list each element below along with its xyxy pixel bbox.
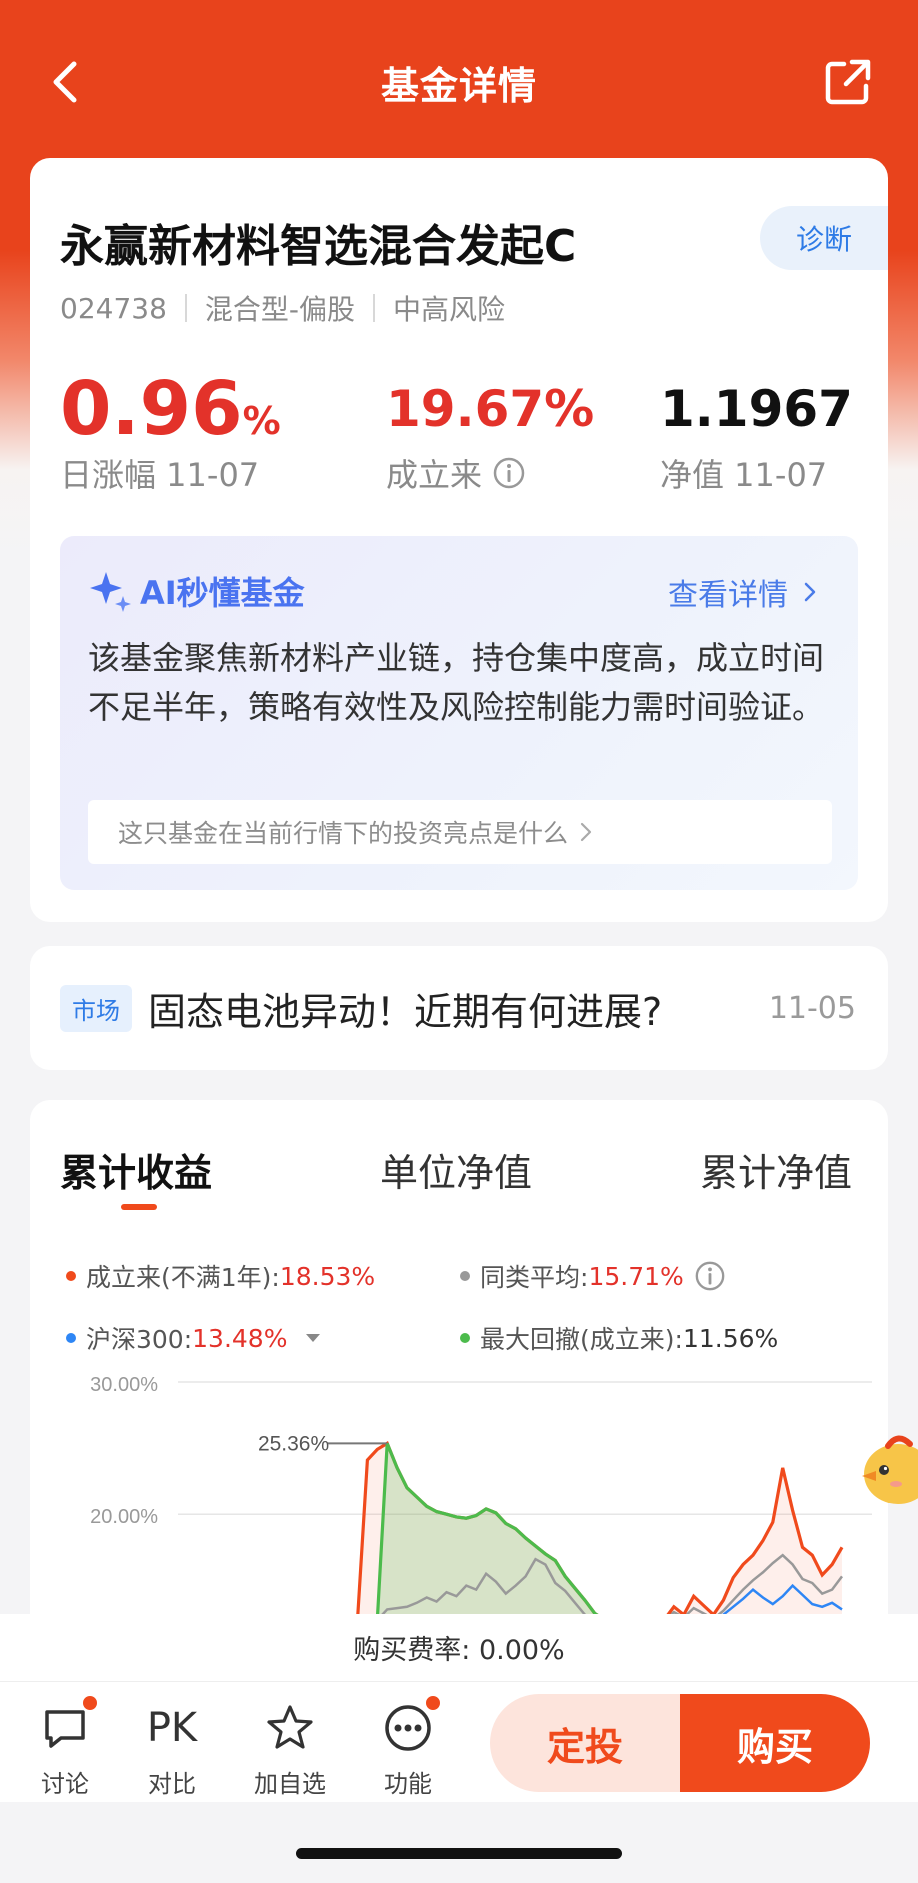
fund-summary-card: 永赢新材料智选混合发起C 诊断 024738 混合型-偏股 中高风险 0.96%… [30,158,888,922]
header-bar: 基金详情 [0,40,918,124]
watch-label: 加自选 [254,1770,326,1798]
daily-change-number: 0.96 [60,366,243,452]
info-icon[interactable] [694,1260,726,1292]
legend-peer-average: 同类平均: 15.71% [460,1258,726,1294]
active-tab-indicator [121,1204,157,1210]
news-tag: 市场 [60,984,132,1032]
legend-csi300[interactable]: 沪深300: 13.48% [66,1320,323,1356]
caret-down-icon[interactable] [303,1331,323,1345]
fund-name: 永赢新材料智选混合发起C [60,221,577,272]
info-icon[interactable] [492,456,526,490]
star-icon [264,1702,316,1754]
tab-unit-nav[interactable]: 单位净值 [380,1142,532,1197]
bottom-action-bar: 讨论 PK 对比 加自选 功能 定投 购买 [0,1682,918,1802]
news-title: 固态电池异动！近期有何进展? [148,989,663,1034]
legend-name: 沪深300: [86,1325,193,1354]
legend-max-drawdown: 最大回撤(成立来): 11.56% [460,1320,778,1356]
fund-meta: 024738 混合型-偏股 中高风险 [60,288,505,328]
meta-divider [373,294,375,322]
legend-dot [460,1271,470,1281]
tab-cumulative-nav[interactable]: 累计净值 [700,1142,852,1197]
legend-value: 15.71% [588,1261,684,1291]
chevron-right-icon [580,822,592,842]
ai-title-text: AI秒懂基金 [140,574,305,612]
legend-name: 最大回撤(成立来): [480,1325,683,1354]
home-indicator[interactable] [296,1848,622,1859]
ai-title: AI秒懂基金 [88,568,305,614]
fund-type: 混合型-偏股 [204,293,355,326]
notification-badge [424,1694,442,1712]
meta-divider [184,294,187,322]
daily-change-label: 日涨幅 11-07 [60,456,260,494]
home-indicator-area [0,1802,918,1883]
share-icon[interactable] [822,56,874,108]
tab-cumulative-return[interactable]: 累计收益 [60,1142,212,1197]
ai-detail-link[interactable]: 查看详情 [668,570,822,614]
ai-detail-text: 查看详情 [668,578,788,613]
chevron-left-icon[interactable] [46,58,86,106]
discuss-label: 讨论 [41,1770,89,1798]
legend-fund: 成立来(不满1年): 18.53% [66,1258,375,1294]
pk-icon: PK [146,1705,198,1751]
legend-value: 18.53% [279,1261,376,1291]
ai-summary-text: 该基金聚焦新材料产业链，持仓集中度高，成立时间不足半年，策略有效性及风险控制能力… [88,639,825,726]
legend-dot [66,1333,76,1343]
since-inception-value: 19.67% [386,380,595,438]
nav-label: 净值 11-07 [660,456,828,494]
compare-label: 对比 [148,1770,196,1798]
daily-change-value: 0.96% [60,366,281,452]
fund-code: 024738 [60,291,167,325]
nav-value: 1.1967 [660,380,853,438]
more-functions-button[interactable]: 功能 [363,1694,453,1799]
buy-button[interactable]: 购买 [680,1694,870,1792]
legend-dot [66,1271,76,1281]
ai-suggested-question[interactable]: 这只基金在当前行情下的投资亮点是什么 [88,800,832,864]
ai-summary-panel: AI秒懂基金 查看详情 该基金聚焦新材料产业链，持仓集中度高，成立时间不足半年，… [60,536,858,890]
chevron-right-icon [804,582,816,602]
y-tick-label: 30.00% [90,1374,158,1396]
ai-question-text: 这只基金在当前行情下的投资亮点是什么 [118,819,569,848]
since-inception-label: 成立来 [386,456,483,494]
news-card[interactable]: 市场 固态电池异动！近期有何进展? 11-05 [30,946,888,1070]
legend-value: 13.48% [192,1323,288,1353]
discuss-button[interactable]: 讨论 [20,1694,110,1799]
chick-mascot-icon[interactable] [858,1424,918,1520]
more-dots-icon [382,1694,442,1754]
news-date: 11-05 [768,990,856,1026]
performance-chart-card: 累计收益 单位净值 累计净值 成立来(不满1年): 18.53% 同类平均: 1… [30,1100,888,1620]
legend-value: 11.56% [682,1323,779,1353]
fund-risk: 中高风险 [393,293,506,326]
compare-button[interactable]: PK 对比 [127,1702,217,1799]
legend-dot [460,1333,470,1343]
peak-label: 25.36% [258,1432,329,1455]
more-label: 功能 [384,1770,432,1798]
daily-change-unit: % [242,399,281,443]
y-tick-label: 20.00% [90,1506,158,1528]
page-title: 基金详情 [380,63,537,108]
chart-tabs: 累计收益 单位净值 累计净值 [30,1142,888,1222]
auto-invest-button[interactable]: 定投 [490,1694,680,1792]
notification-badge [81,1694,99,1712]
cumulative-return-chart[interactable]: 30.00% 20.00% 25.36% [30,1370,888,1620]
legend-name: 同类平均: [480,1263,589,1292]
purchase-fee-bar: 购买费率: 0.00% [0,1614,918,1682]
add-watchlist-button[interactable]: 加自选 [245,1702,335,1799]
diagnose-button[interactable]: 诊断 [760,206,888,270]
chat-bubble-icon [39,1694,99,1754]
legend-name: 成立来(不满1年): [86,1263,280,1292]
since-inception-label-wrap: 成立来 [386,450,526,496]
sparkle-icon [90,572,131,612]
